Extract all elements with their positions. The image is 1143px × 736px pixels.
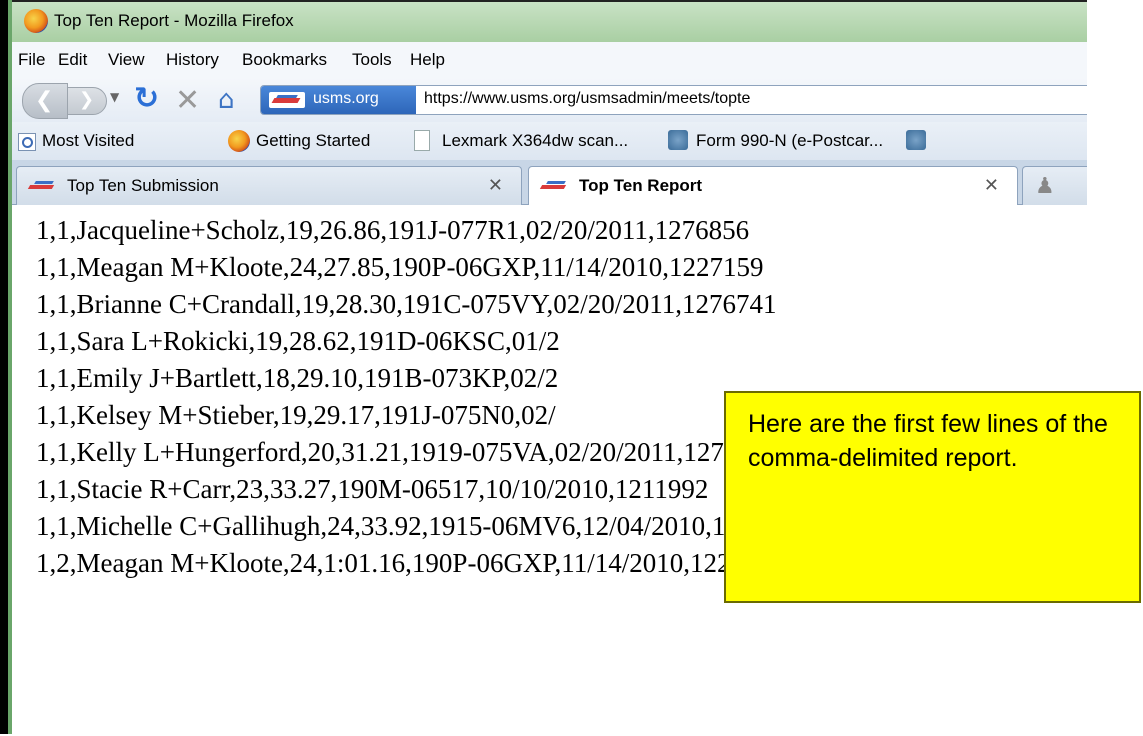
usms-favicon-icon — [539, 178, 569, 192]
menu-edit[interactable]: Edit — [58, 50, 87, 70]
report-line: 1,1,Emily J+Bartlett,18,29.10,191B-073KP… — [36, 363, 559, 393]
site-identity-button[interactable]: usms.org — [261, 86, 416, 114]
report-line: 1,1,Sara L+Rokicki,19,28.62,191D-06KSC,0… — [36, 326, 560, 356]
tab-partial[interactable]: ♟ — [1022, 166, 1087, 205]
globe-icon — [906, 130, 926, 150]
report-line: 1,1,Jacqueline+Scholz,19,26.86,191J-077R… — [36, 215, 750, 245]
close-tab-icon[interactable]: ✕ — [984, 175, 999, 196]
left-desktop-edge — [0, 0, 8, 734]
bookmark-lexmark[interactable]: Lexmark X364dw scan... — [442, 131, 628, 151]
tab-label: Top Ten Report — [579, 176, 703, 195]
forward-button[interactable]: ❯ — [67, 87, 107, 115]
firefox-window: Top Ten Report - Mozilla Firefox File Ed… — [12, 0, 1087, 736]
history-dropdown-icon[interactable]: ▼ — [110, 90, 119, 104]
window-title: Top Ten Report - Mozilla Firefox — [54, 11, 294, 30]
person-icon: ♟ — [1035, 173, 1055, 198]
menu-history[interactable]: History — [166, 50, 219, 70]
back-button[interactable]: ❮ — [22, 83, 68, 119]
forward-icon: ❯ — [79, 89, 95, 110]
close-tab-icon[interactable]: ✕ — [488, 175, 503, 196]
report-line: 1,1,Brianne C+Crandall,19,28.30,191C-075… — [36, 289, 777, 319]
tab-top-ten-report[interactable]: Top Ten Report ✕ — [528, 166, 1018, 206]
menu-file[interactable]: File — [18, 50, 45, 70]
bookmark-form-990n[interactable]: Form 990-N (e-Postcar... — [696, 131, 883, 151]
reload-icon[interactable]: ↻ — [134, 81, 159, 116]
usms-favicon-icon — [27, 178, 57, 192]
title-bar: Top Ten Report - Mozilla Firefox — [12, 2, 1087, 42]
globe-icon — [668, 130, 688, 150]
menu-tools[interactable]: Tools — [352, 50, 392, 70]
bookmark-most-visited[interactable]: Most Visited — [42, 131, 134, 151]
firefox-logo-icon — [24, 9, 48, 33]
bookmarks-toolbar: Most Visited Getting Started Lexmark X36… — [12, 122, 1087, 160]
report-line: 1,2,Meagan M+Kloote,24,1:01.16,190P-06GX… — [36, 548, 785, 578]
stop-icon[interactable]: ✕ — [175, 83, 200, 118]
menu-view[interactable]: View — [108, 50, 145, 70]
home-icon[interactable]: ⌂ — [218, 85, 235, 115]
report-line: 1,1,Stacie R+Carr,23,33.27,190M-06517,10… — [36, 474, 709, 504]
back-icon: ❮ — [35, 88, 54, 113]
report-line: 1,1,Kelly L+Hungerford,20,31.21,1919-075… — [36, 437, 778, 467]
menu-help[interactable]: Help — [410, 50, 445, 70]
tab-label: Top Ten Submission — [67, 176, 219, 195]
report-line: 1,1,Kelsey M+Stieber,19,29.17,191J-075N0… — [36, 400, 556, 430]
address-bar[interactable]: usms.org https://www.usms.org/usmsadmin/… — [260, 85, 1087, 115]
page-icon — [414, 130, 430, 151]
site-identity-label: usms.org — [313, 90, 379, 107]
site-favicon-icon — [269, 92, 305, 108]
tab-top-ten-submission[interactable]: Top Ten Submission ✕ — [16, 166, 522, 205]
annotation-callout: Here are the first few lines of the comm… — [724, 391, 1141, 603]
menu-bookmarks[interactable]: Bookmarks — [242, 50, 327, 70]
firefox-icon — [228, 130, 250, 152]
menu-bar: File Edit View History Bookmarks Tools H… — [12, 42, 1087, 78]
report-line: 1,1,Meagan M+Kloote,24,27.85,190P-06GXP,… — [36, 252, 764, 282]
tab-strip: Top Ten Submission ✕ Top Ten Report ✕ ♟ — [12, 160, 1087, 206]
navigation-toolbar: ❮ ❯ ▼ ↻ ✕ ⌂ usms.org https://www.usms.or… — [12, 78, 1087, 122]
url-input[interactable]: https://www.usms.org/usmsadmin/meets/top… — [424, 90, 750, 108]
report-line: 1,1,Michelle C+Gallihugh,24,33.92,1915-0… — [36, 511, 807, 541]
most-visited-icon — [18, 133, 36, 151]
bookmark-getting-started[interactable]: Getting Started — [256, 131, 370, 151]
